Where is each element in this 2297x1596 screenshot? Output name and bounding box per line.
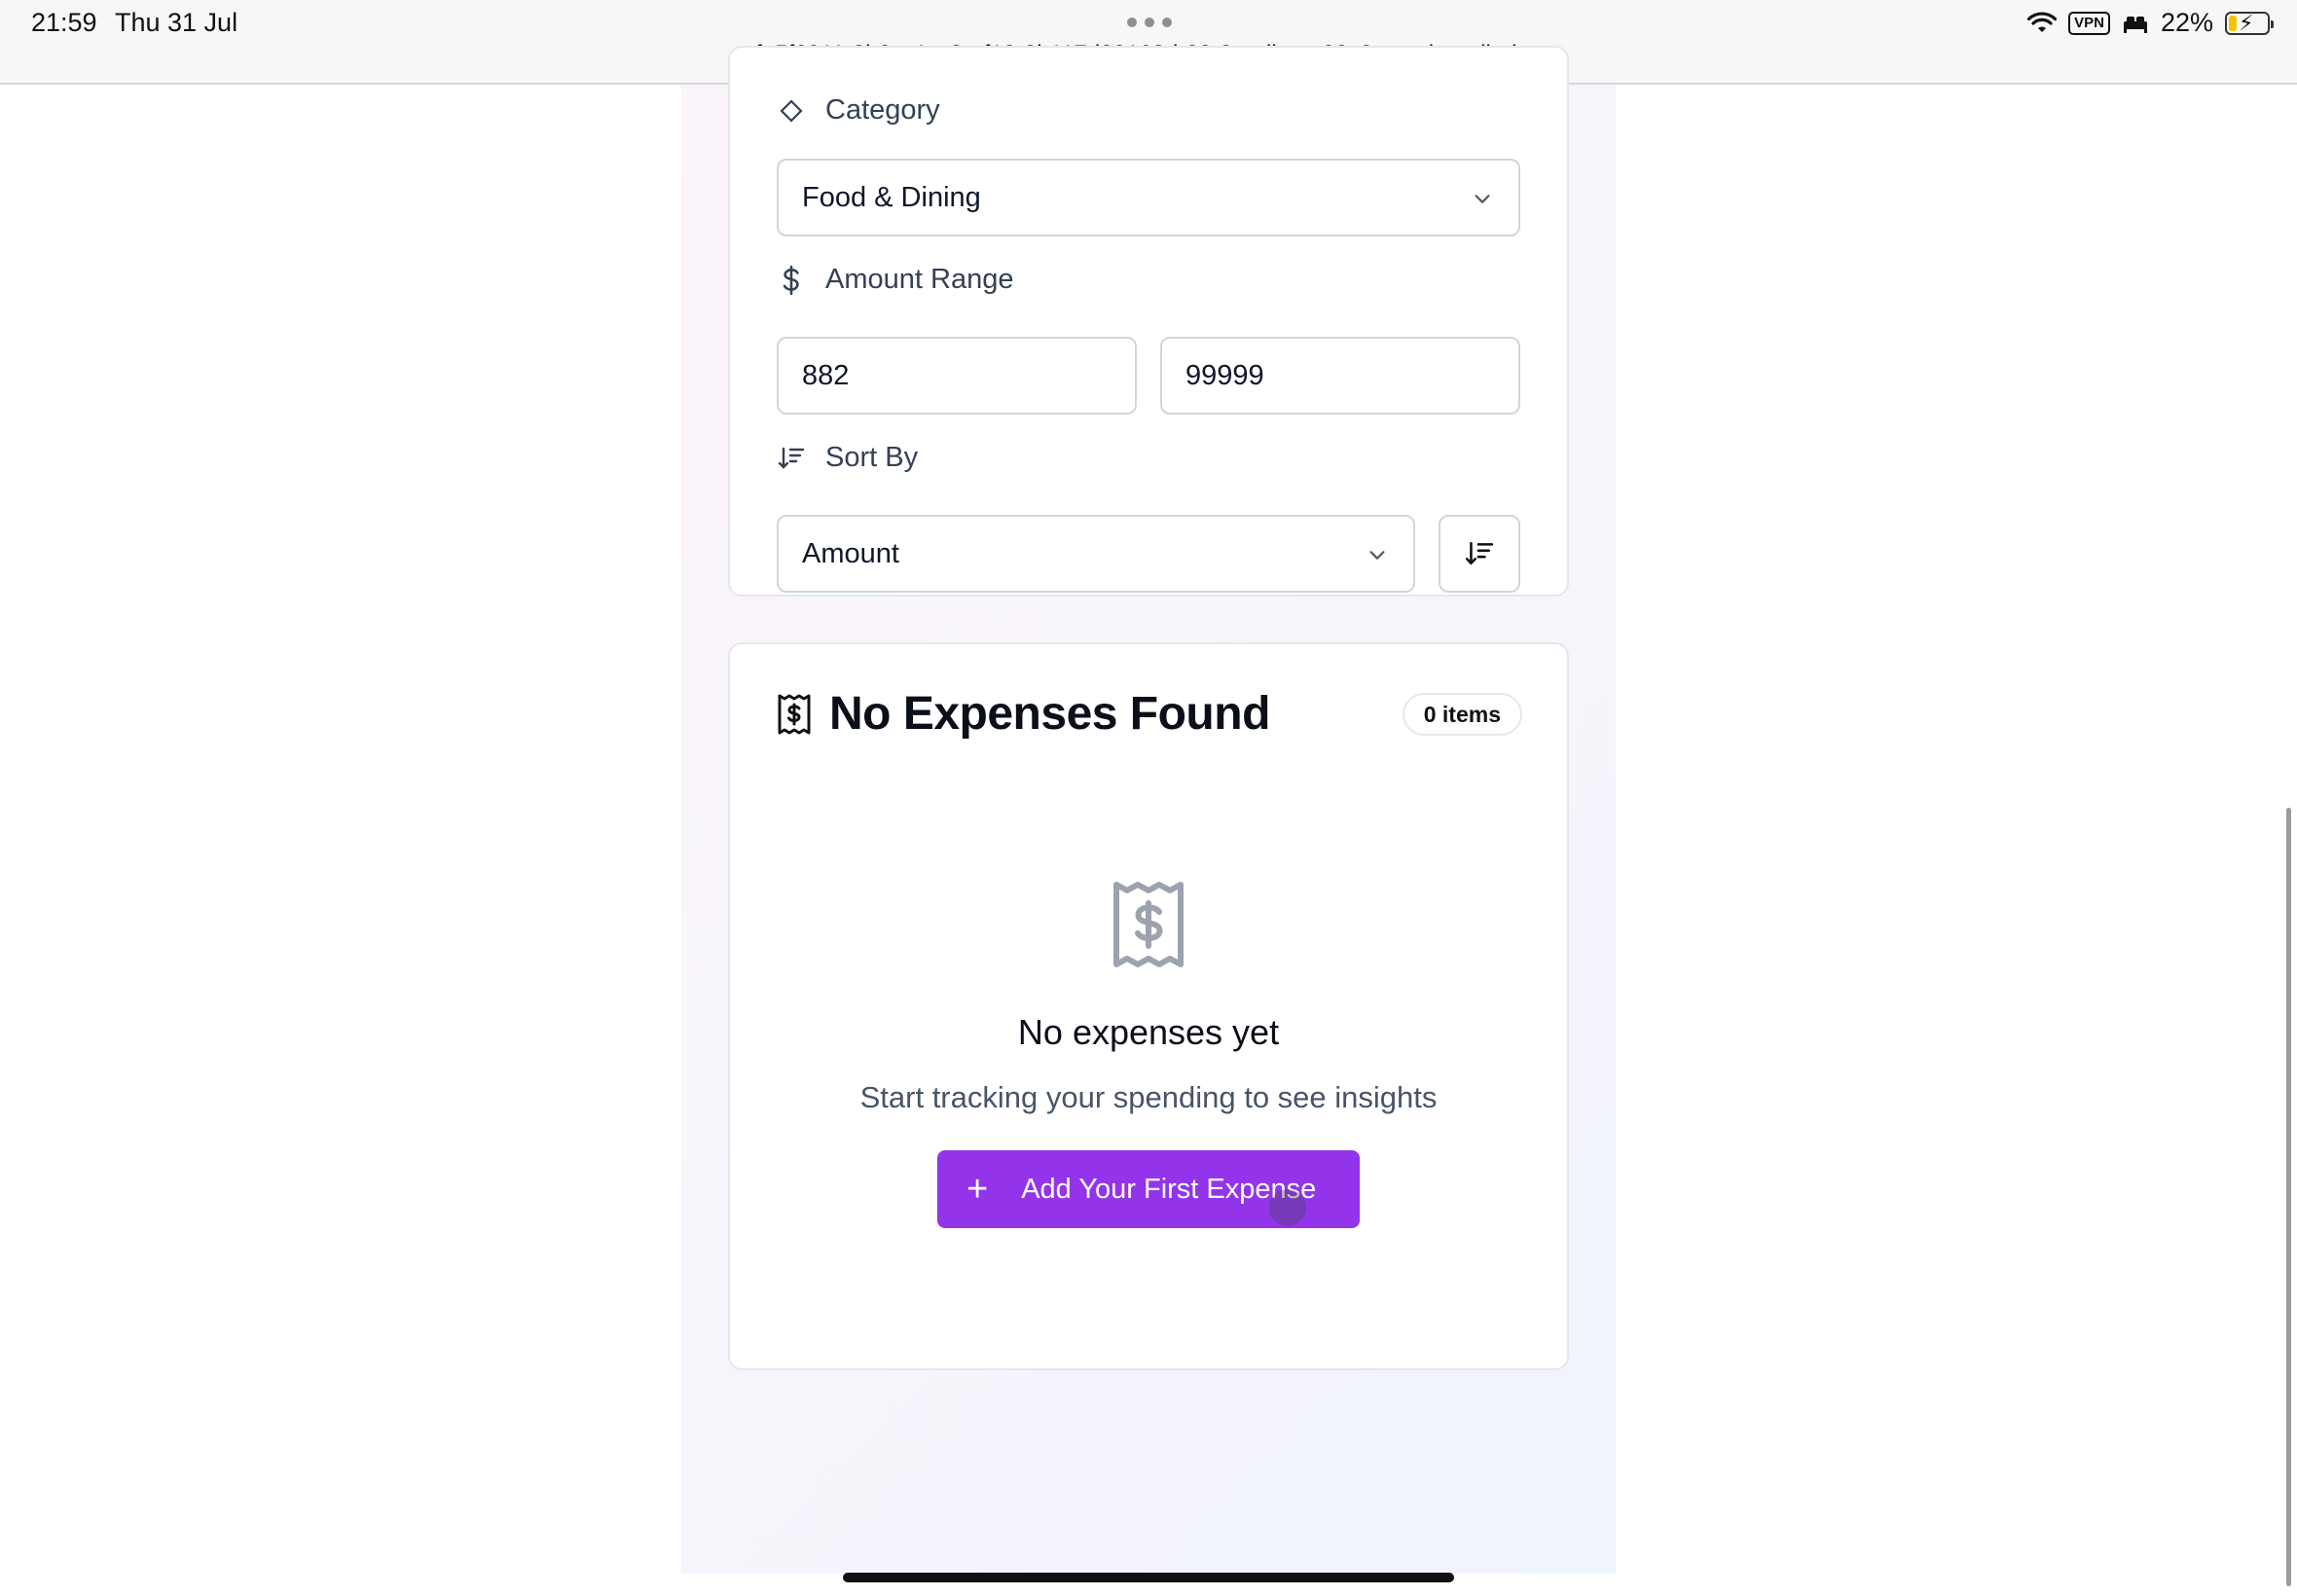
- empty-state-subtitle: Start tracking your spending to see insi…: [859, 1080, 1438, 1114]
- wifi-icon: [2027, 12, 2058, 32]
- touch-indicator: [1269, 1189, 1306, 1226]
- tag-icon: [777, 96, 806, 126]
- expenses-header: No Expenses Found: [777, 687, 1270, 741]
- sort-value: Amount: [802, 537, 899, 569]
- sort-label-row: Sort By: [777, 442, 918, 474]
- category-label: Category: [825, 94, 940, 126]
- sleep-bed-icon: [2123, 16, 2147, 33]
- amount-label-row: Amount Range: [777, 264, 1013, 296]
- receipt-icon: [1113, 882, 1184, 967]
- sort-label: Sort By: [825, 442, 919, 473]
- sort-direction-button[interactable]: [1439, 515, 1520, 593]
- page-content: Category Food & Dining Amount Range 882 …: [681, 46, 1616, 1574]
- dollar-icon: [777, 265, 806, 295]
- results-title: No Expenses Found: [829, 688, 1270, 740]
- sort-descending-icon: [1465, 542, 1494, 565]
- status-time: 21:59: [31, 8, 97, 37]
- empty-state-title: No expenses yet: [1017, 1012, 1280, 1052]
- amount-max-value: 99999: [1185, 359, 1264, 391]
- status-date: Thu 31 Jul: [115, 8, 238, 37]
- home-indicator[interactable]: [843, 1573, 1454, 1582]
- category-value: Food & Dining: [802, 181, 981, 213]
- filters-card: Category Food & Dining Amount Range 882 …: [728, 46, 1569, 597]
- chevron-down-icon: [1475, 195, 1490, 203]
- category-select[interactable]: Food & Dining: [777, 159, 1520, 236]
- amount-min-input[interactable]: 882: [777, 337, 1137, 415]
- battery-percent: 22%: [2160, 8, 2213, 37]
- multitasking-dots-icon[interactable]: [1127, 18, 1172, 27]
- sort-icon: [777, 444, 806, 473]
- vpn-badge: VPN: [2068, 11, 2110, 35]
- chevron-down-icon: [1369, 551, 1385, 560]
- category-label-row: Category: [777, 94, 940, 127]
- receipt-icon: [778, 694, 811, 734]
- status-icons: VPN 22% ⚡: [2027, 8, 2274, 38]
- scrollbar[interactable]: [2286, 808, 2291, 1586]
- amount-max-input[interactable]: 99999: [1160, 337, 1520, 415]
- amount-range-label: Amount Range: [825, 264, 1014, 295]
- plus-icon: +: [966, 1169, 989, 1210]
- battery-icon: ⚡: [2225, 11, 2274, 35]
- expenses-card: No Expenses Found 0 items No expenses ye…: [728, 642, 1569, 1370]
- amount-min-value: 882: [802, 359, 850, 391]
- sort-select[interactable]: Amount: [777, 515, 1415, 593]
- item-count-badge: 0 items: [1402, 693, 1522, 736]
